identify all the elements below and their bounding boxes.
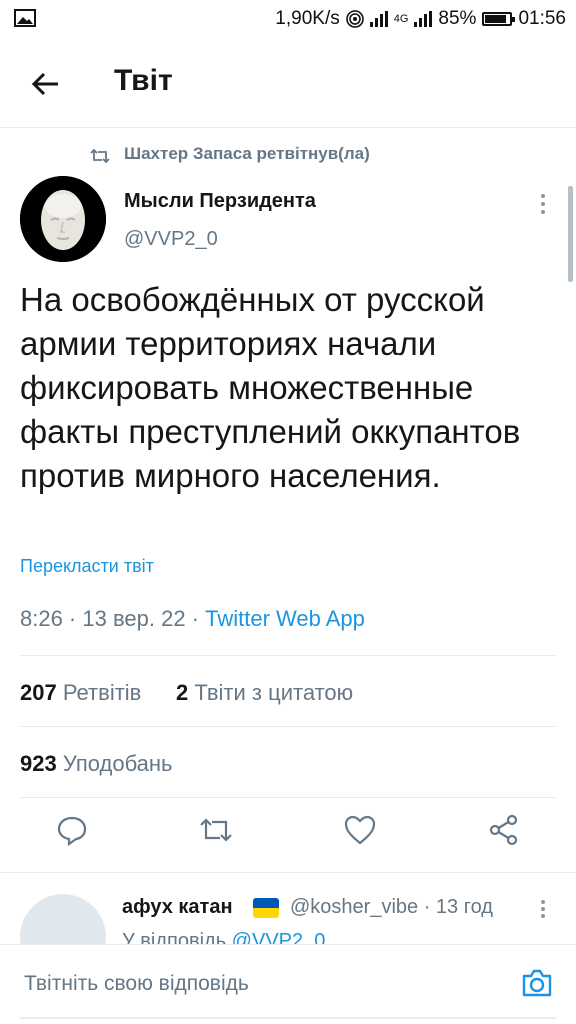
battery-percent: 85% <box>438 8 477 29</box>
divider <box>20 797 556 798</box>
like-icon[interactable] <box>342 812 378 848</box>
reply-input[interactable]: Твітніть свою відповідь <box>24 972 249 996</box>
tweet-timestamp: 8:26 · 13 вер. 22 · <box>20 606 206 631</box>
tweet-actions <box>0 812 576 862</box>
user-handle[interactable]: @VVP2_0 <box>124 228 218 251</box>
reply-composer: Твітніть свою відповідь <box>0 944 576 1024</box>
reply-more-options-icon[interactable] <box>536 898 550 920</box>
battery-icon <box>482 12 516 26</box>
likes-count: 923 <box>20 751 57 776</box>
composer-divider <box>0 944 576 945</box>
quotes-stat[interactable]: 2 Твіти з цитатою <box>176 680 353 706</box>
avatar-image <box>20 176 106 262</box>
retweets-count: 207 <box>20 680 57 705</box>
avatar[interactable] <box>20 176 106 262</box>
clock: 01:56 <box>518 8 566 29</box>
display-name[interactable]: Мысли Перзидента <box>124 190 316 213</box>
hotspot-icon <box>345 10 364 28</box>
tweet-text: На освобождённых от русской армии террит… <box>20 281 521 494</box>
composer-underline <box>20 1017 556 1019</box>
section-divider <box>0 872 576 873</box>
replying-handle[interactable]: @VVP2_0 <box>232 930 326 944</box>
reply-handle-time: @kosher_vibe · 13 год <box>290 896 493 918</box>
signal-1-icon <box>369 11 388 27</box>
replying-to: У відповідь @VVP2_0 <box>122 930 325 944</box>
retweets-label: Ретвітів <box>62 680 142 705</box>
header-divider <box>0 127 576 128</box>
quotes-count: 2 <box>176 680 189 705</box>
reply-display-name[interactable]: афух катан <box>122 896 233 919</box>
likes-label: Уподобань <box>62 751 173 776</box>
signal-2-icon <box>414 11 433 27</box>
replying-prefix: У відповідь <box>122 930 232 944</box>
translate-link[interactable]: Перекласти твіт <box>20 556 154 577</box>
status-bar: 1,90K/s 4G 85% 01:56 <box>0 0 576 40</box>
retweets-stat[interactable]: 207 Ретвітів <box>20 680 141 706</box>
ukraine-flag-icon <box>253 898 279 918</box>
tweet-meta: 8:26 · 13 вер. 22 · Twitter Web App <box>20 606 365 632</box>
likes-stat[interactable]: 923 Уподобань <box>20 751 173 777</box>
retweeted-by-text[interactable]: Шахтер Запаса ретвітнув(ла) <box>124 144 370 164</box>
scrollbar[interactable] <box>568 186 573 282</box>
back-arrow-icon[interactable] <box>30 68 62 100</box>
retweet-icon[interactable] <box>198 812 234 848</box>
network-speed: 1,90K/s <box>275 8 340 29</box>
retweet-indicator-icon <box>90 148 110 164</box>
reply-icon[interactable] <box>54 812 90 848</box>
gallery-icon <box>14 9 36 27</box>
divider <box>20 655 556 656</box>
divider <box>20 726 556 727</box>
network-type: 4G <box>393 13 409 25</box>
camera-icon[interactable] <box>520 966 554 1000</box>
status-right: 1,90K/s 4G 85% 01:56 <box>275 8 566 30</box>
source-app-link[interactable]: Twitter Web App <box>205 606 365 631</box>
more-options-icon[interactable] <box>534 192 552 216</box>
quotes-label: Твіти з цитатою <box>194 680 354 705</box>
share-icon[interactable] <box>486 812 522 848</box>
page-title: Твіт <box>114 64 173 97</box>
